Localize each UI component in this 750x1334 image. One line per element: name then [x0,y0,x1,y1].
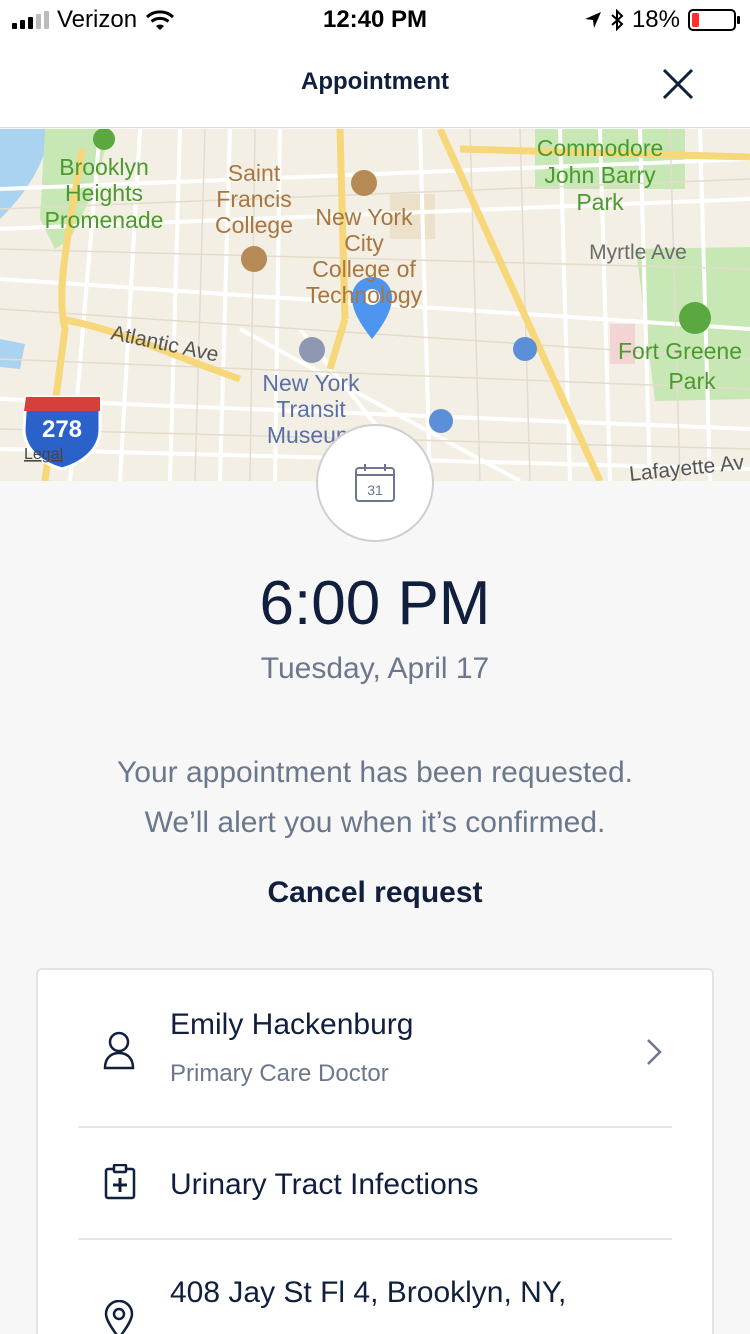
close-icon[interactable] [658,64,698,104]
map-label: Technology [306,282,423,308]
map-label: Brooklyn [59,154,148,180]
bluetooth-icon [611,9,624,31]
map-label: Heights [65,180,143,206]
reason-row: Urinary Tract Infections [78,1128,672,1238]
map-label: Transit [276,396,346,422]
map-label: John Barry [544,162,656,188]
map-legal-link: Legal [24,446,63,463]
appointment-date: Tuesday, April 17 [260,652,490,685]
map-label: City [344,230,384,256]
location-pin-icon [104,1300,134,1334]
cancel-request-button[interactable]: Cancel request [0,876,750,910]
clinic-address: 408 Jay St Fl 4, Brooklyn, NY, [170,1276,567,1309]
map-label: Promenade [45,207,164,233]
map-label: Francis [216,186,291,212]
map-label: New York [262,370,360,396]
visit-reason: Urinary Tract Infections [170,1168,479,1201]
calendar-icon: 31 [355,464,395,502]
page-title: Appointment [301,68,449,95]
battery-percent: 18% [631,6,680,33]
doctor-row[interactable]: Emily Hackenburg Primary Care Doctor [78,1004,672,1124]
status-message: Your appointment has been requested. We’… [0,748,750,848]
map-label: Park [576,189,624,215]
map-label: Park [668,368,716,394]
address-row[interactable]: 408 Jay St Fl 4, Brooklyn, NY, [78,1240,672,1334]
calendar-day: 31 [367,482,383,498]
status-message-line: We’ll alert you when it’s confirmed. [144,806,606,839]
map-label: Myrtle Ave [589,241,687,264]
map-label: Commodore [537,135,664,161]
map-label: Saint [228,160,281,186]
map-label: Fort Greene [618,338,742,364]
status-message-line: Your appointment has been requested. [117,756,633,789]
doctor-name: Emily Hackenburg [170,1008,414,1041]
map-label: College [215,212,293,238]
battery-icon [688,9,740,31]
status-bar: Verizon 12:40 PM 18% [0,0,750,40]
map-label: College of [312,256,416,282]
calendar-badge: 31 [316,424,434,542]
appointment-time: 6:00 PM [259,569,491,638]
details-card: Emily Hackenburg Primary Care Doctor Uri… [36,968,714,1334]
medical-clipboard-icon [104,1164,136,1200]
person-icon [103,1031,135,1070]
chevron-right-icon [647,1039,662,1065]
nav-bar: Appointment [0,40,750,128]
highway-shield-label: 278 [42,416,82,443]
doctor-role: Primary Care Doctor [170,1060,389,1087]
status-right: 18% [584,6,740,34]
location-arrow-icon [584,12,601,28]
map-label: New York [315,204,413,230]
